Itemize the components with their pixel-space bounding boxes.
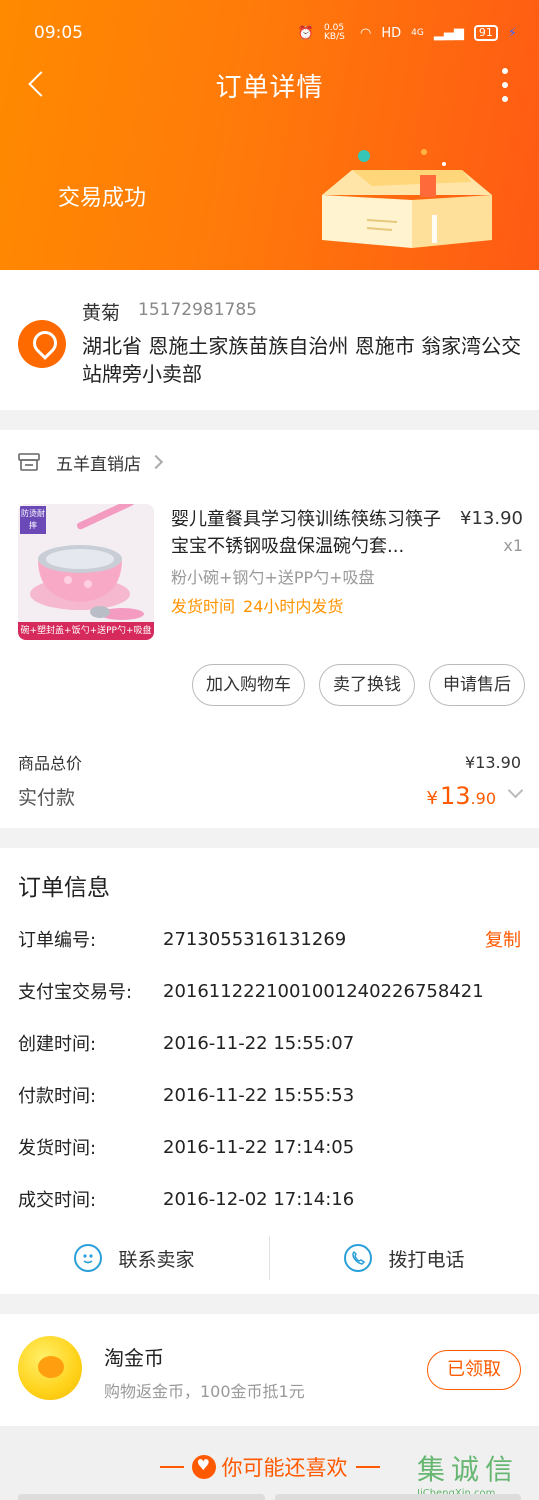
- nav-bar: 订单详情: [0, 62, 539, 108]
- status-time: 09:05: [34, 23, 83, 43]
- watermark-logo: 集诚信 JiChengXin.com: [417, 1448, 529, 1499]
- back-icon[interactable]: [26, 70, 50, 100]
- paid-time: 2016-11-22 15:55:53: [163, 1084, 355, 1106]
- status-bar: 09:05 ⏰ 0.05 KB/S ◠ HD 4G ▂▄▆ 91 ⚡: [34, 20, 517, 46]
- created-time: 2016-11-22 15:55:07: [163, 1032, 355, 1054]
- gift-box-illustration: [322, 149, 492, 248]
- shop-card: 五羊直销店 防烫耐摔 碗+塑封盖+饭勺+送PP勺+吸盘 婴儿童餐具学习筷训练筷练…: [0, 430, 539, 828]
- info-label: 支付宝交易号:: [18, 982, 133, 1003]
- add-to-cart-button[interactable]: 加入购物车: [192, 664, 305, 706]
- address-text: 湖北省 恩施土家族苗族自治州 恩施市 翁家湾公交站牌旁小卖部: [82, 334, 522, 386]
- shop-name: 五羊直销店: [56, 454, 141, 475]
- call-button[interactable]: 拨打电话: [270, 1236, 539, 1280]
- product-quantity: x1: [503, 536, 523, 555]
- product-sku: 粉小碗+钢勺+送PP勺+吸盘: [171, 568, 375, 587]
- product-price: ¥13.90: [460, 508, 523, 529]
- resell-button[interactable]: 卖了换钱: [319, 664, 415, 706]
- recipient-phone: 15172981785: [138, 300, 257, 320]
- more-icon[interactable]: [501, 68, 509, 102]
- coin-title: 淘金币: [104, 1346, 164, 1370]
- info-label: 付款时间:: [18, 1086, 97, 1107]
- coin-subtitle: 购物返金币，100金币抵1元: [104, 1382, 305, 1401]
- goods-total-row: 商品总价 ¥13.90: [18, 750, 521, 774]
- recommend-card[interactable]: [274, 1494, 521, 1500]
- ship-time: 发货时间 24小时内发货: [171, 593, 343, 617]
- deal-time: 2016-12-02 17:14:16: [163, 1188, 355, 1210]
- page-title: 订单详情: [215, 72, 324, 103]
- shop-link[interactable]: 五羊直销店: [18, 448, 164, 476]
- battery-icon: 91: [473, 25, 498, 41]
- product-tag-top: 防烫耐摔: [20, 506, 46, 534]
- order-number-row: 订单编号: 2713055316131269 复制: [18, 924, 521, 954]
- coin-claimed-button[interactable]: 已领取: [427, 1350, 521, 1390]
- info-label: 订单编号:: [18, 930, 97, 951]
- contact-seller-button[interactable]: 联系卖家: [0, 1236, 269, 1280]
- watermark-main: 集诚信: [417, 1453, 520, 1486]
- shipped-time: 2016-11-22 17:14:05: [163, 1136, 355, 1158]
- ship-time-value: 24小时内发货: [243, 597, 344, 616]
- signal-label: 4G: [411, 28, 424, 38]
- ship-time-label: 发货时间: [171, 597, 236, 616]
- paid-integer: 13: [440, 782, 471, 810]
- goods-total-label: 商品总价: [18, 754, 83, 773]
- gold-coin-icon: [18, 1336, 82, 1400]
- created-time-row: 创建时间: 2016-11-22 15:55:07: [18, 1028, 521, 1058]
- paid-label: 实付款: [18, 786, 76, 809]
- recommend-section: 你可能还喜欢 集诚信 JiChengXin.com: [0, 1426, 539, 1500]
- paid-decimal: .90: [470, 789, 496, 808]
- contact-row: 联系卖家 拨打电话: [0, 1236, 539, 1280]
- hd-label: HD: [381, 25, 402, 41]
- status-icons: ⏰ 0.05 KB/S ◠ HD 4G ▂▄▆ 91 ⚡: [298, 24, 517, 42]
- copy-button[interactable]: 复制: [485, 926, 521, 952]
- chat-icon: [74, 1244, 103, 1272]
- order-info-title: 订单信息: [18, 875, 110, 901]
- call-label: 拨打电话: [388, 1248, 465, 1271]
- recommend-label: 你可能还喜欢: [221, 1456, 348, 1480]
- product-title[interactable]: 婴儿童餐具学习筷训练筷练习筷子宝宝不锈钢吸盘保温碗勺套...: [171, 506, 449, 560]
- shipping-address[interactable]: 黄菊 15172981785 湖北省 恩施土家族苗族自治州 恩施市 翁家湾公交站…: [0, 270, 539, 410]
- net-speed: 0.05 KB/S: [324, 23, 345, 42]
- divider: [355, 1466, 380, 1468]
- paid-amount: ¥ 13 .90: [427, 782, 496, 810]
- recommend-cards: [18, 1494, 521, 1500]
- alipay-no-row: 支付宝交易号: 2016112221001001240226758421: [18, 976, 521, 1006]
- charging-icon: ⚡: [507, 25, 517, 41]
- contact-seller-label: 联系卖家: [118, 1248, 195, 1271]
- recommend-card[interactable]: [18, 1494, 265, 1500]
- order-number: 2713055316131269: [163, 928, 347, 950]
- paid-time-row: 付款时间: 2016-11-22 15:55:53: [18, 1080, 521, 1110]
- info-label: 成交时间:: [18, 1190, 97, 1211]
- recipient-name: 黄菊: [82, 302, 121, 324]
- product-actions: 加入购物车 卖了换钱 申请售后: [192, 664, 525, 706]
- phone-icon: [344, 1244, 373, 1272]
- taojinbi-card: 淘金币 购物返金币，100金币抵1元 已领取: [0, 1314, 539, 1426]
- product-tag-bottom: 碗+塑封盖+饭勺+送PP勺+吸盘: [18, 622, 154, 640]
- product-image[interactable]: 防烫耐摔 碗+塑封盖+饭勺+送PP勺+吸盘: [18, 504, 154, 640]
- shipped-time-row: 发货时间: 2016-11-22 17:14:05: [18, 1132, 521, 1162]
- divider: [159, 1466, 184, 1468]
- location-pin-icon: [18, 320, 66, 368]
- goods-total-value: ¥13.90: [465, 752, 521, 772]
- order-header: 09:05 ⏰ 0.05 KB/S ◠ HD 4G ▂▄▆ 91 ⚡ 订单详情 …: [0, 0, 539, 270]
- order-info-card: 订单信息 订单编号: 2713055316131269 复制 支付宝交易号: 2…: [0, 848, 539, 1294]
- chevron-right-icon: [148, 454, 164, 470]
- store-icon: [18, 453, 40, 471]
- paid-currency: ¥: [426, 788, 438, 809]
- order-status: 交易成功: [58, 186, 147, 211]
- deal-time-row: 成交时间: 2016-12-02 17:14:16: [18, 1184, 521, 1214]
- chevron-down-icon[interactable]: [507, 782, 524, 798]
- paid-row: 实付款 ¥ 13 .90: [18, 782, 524, 810]
- signal-icon: ▂▄▆: [433, 25, 464, 41]
- wifi-icon: ◠: [360, 25, 372, 41]
- alipay-number: 2016112221001001240226758421: [163, 980, 484, 1002]
- heart-icon: [191, 1455, 216, 1479]
- info-label: 创建时间:: [18, 1034, 97, 1055]
- info-label: 发货时间:: [18, 1138, 97, 1159]
- after-sales-button[interactable]: 申请售后: [429, 664, 525, 706]
- alarm-icon: ⏰: [297, 25, 315, 41]
